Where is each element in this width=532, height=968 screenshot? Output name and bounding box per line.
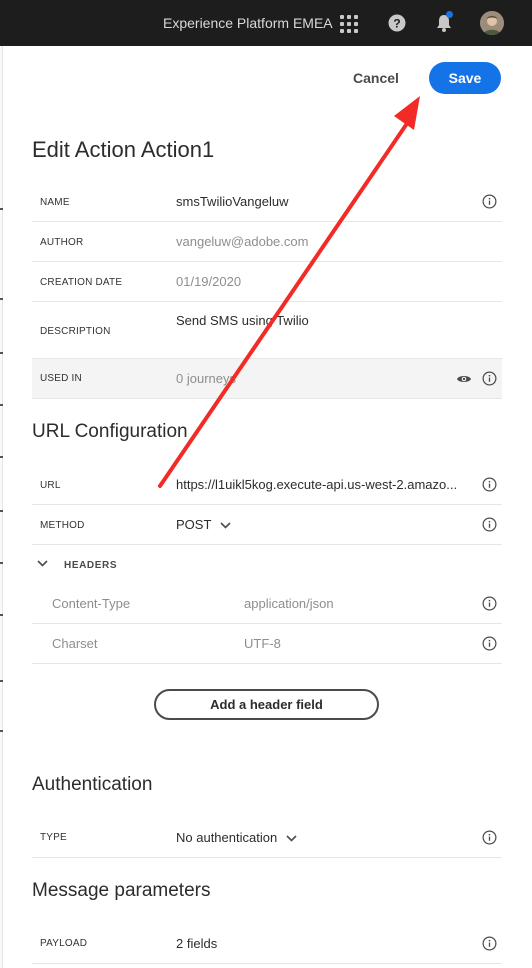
type-label: TYPE (40, 832, 67, 843)
info-icon[interactable] (482, 194, 497, 209)
edge-mark (0, 352, 3, 354)
header-row: Charset UTF-8 (32, 624, 502, 664)
header-key[interactable]: Content-Type (52, 596, 130, 611)
info-icon[interactable] (482, 636, 497, 651)
method-row: METHOD POST (32, 505, 502, 545)
property-row-used-in: USED IN 0 journeys (32, 359, 502, 399)
edge-mark (0, 730, 3, 732)
authentication-type-dropdown[interactable]: No authentication (176, 830, 297, 845)
edge-mark (0, 614, 3, 616)
method-dropdown[interactable]: POST (176, 517, 231, 532)
info-icon[interactable] (482, 936, 497, 951)
edge-mark (0, 404, 3, 406)
property-row-author: AUTHOR vangeluw@adobe.com (32, 222, 502, 262)
help-icon[interactable]: ? (386, 12, 408, 34)
url-label: URL (40, 480, 61, 491)
name-value[interactable]: smsTwilioVangeluw (176, 194, 288, 209)
creation-date-value: 01/19/2020 (176, 274, 242, 289)
svg-text:?: ? (393, 17, 400, 31)
edge-mark (0, 510, 3, 512)
used-in-label: USED IN (40, 373, 82, 384)
used-in-value: 0 journeys (176, 371, 236, 386)
header-row: Content-Type application/json (32, 584, 502, 624)
author-label: AUTHOR (40, 237, 84, 248)
description-value[interactable]: Send SMS using Twilio (176, 313, 309, 328)
payload-row: PAYLOAD 2 fields (32, 924, 502, 964)
url-value[interactable]: https://l1uikl5kog.execute-api.us-west-2… (176, 477, 457, 492)
payload-label: PAYLOAD (40, 938, 88, 949)
property-row-creation-date: CREATION DATE 01/19/2020 (32, 262, 502, 302)
info-icon[interactable] (482, 830, 497, 845)
background-panel-edge (0, 46, 3, 968)
notification-dot (446, 11, 453, 18)
edge-mark (0, 298, 3, 300)
payload-value[interactable]: 2 fields (176, 936, 217, 951)
edge-mark (0, 208, 3, 210)
page-title: Edit Action Action1 (32, 137, 215, 162)
creation-date-label: CREATION DATE (40, 277, 123, 288)
header-value[interactable]: application/json (244, 596, 334, 611)
org-switcher[interactable]: Experience Platform EMEA (163, 15, 333, 31)
authentication-heading: Authentication (32, 774, 153, 795)
headers-toggle[interactable]: HEADERS (32, 555, 132, 575)
method-label: METHOD (40, 520, 85, 531)
edge-mark (0, 680, 3, 682)
info-icon[interactable] (482, 596, 497, 611)
info-icon[interactable] (482, 477, 497, 492)
authentication-type-row: TYPE No authentication (32, 818, 502, 858)
headers-label: HEADERS (64, 560, 118, 571)
header-key[interactable]: Charset (52, 636, 98, 651)
property-row-description: DESCRIPTION Send SMS using Twilio (32, 302, 502, 359)
method-value: POST (176, 517, 212, 532)
url-row: URL https://l1uikl5kog.execute-api.us-we… (32, 465, 502, 505)
message-parameters-heading: Message parameters (32, 880, 211, 901)
edge-mark (0, 562, 3, 564)
header-value[interactable]: UTF-8 (244, 636, 281, 651)
edge-mark (0, 456, 3, 458)
chevron-down-icon (37, 560, 48, 567)
apps-grid-icon[interactable] (337, 12, 359, 34)
name-label: NAME (40, 197, 70, 208)
add-header-field-button[interactable]: Add a header field (154, 689, 379, 720)
author-value: vangeluw@adobe.com (176, 234, 309, 249)
eye-icon[interactable] (456, 373, 472, 385)
user-avatar[interactable] (480, 11, 504, 35)
url-configuration-heading: URL Configuration (32, 421, 188, 442)
description-label: DESCRIPTION (40, 326, 111, 337)
save-button[interactable]: Save (429, 62, 501, 94)
authentication-type-value: No authentication (176, 830, 278, 845)
property-row-name: NAME smsTwilioVangeluw (32, 182, 502, 222)
info-icon[interactable] (482, 517, 497, 532)
chevron-down-icon (286, 835, 297, 842)
cancel-button[interactable]: Cancel (342, 63, 410, 93)
chevron-down-icon (220, 522, 231, 529)
top-bar: Experience Platform EMEA ? (0, 0, 532, 46)
info-icon[interactable] (482, 371, 497, 386)
